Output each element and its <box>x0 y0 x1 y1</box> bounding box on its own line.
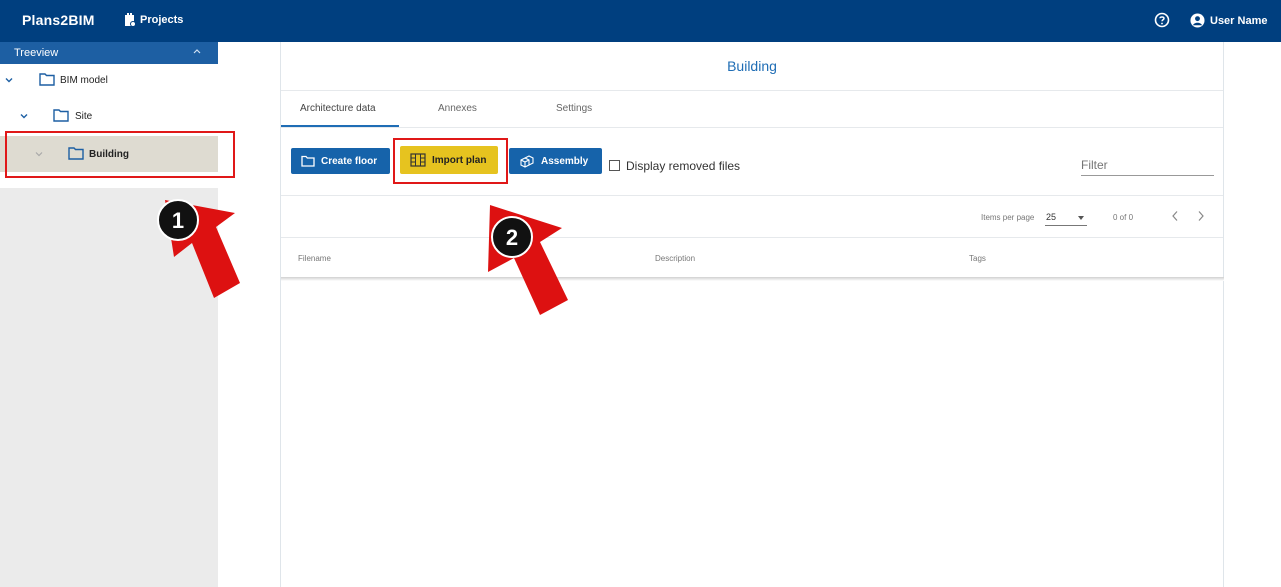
sidebar: Treeview BIM model Site Building <box>0 42 218 587</box>
table-shadow <box>281 277 1224 281</box>
user-name: User Name <box>1210 14 1268 27</box>
display-removed-files-label[interactable]: Display removed files <box>626 159 740 173</box>
column-header-filename[interactable]: Filename <box>298 254 331 263</box>
tree-item-site[interactable]: Site <box>0 100 218 132</box>
annotation-number-2: 2 <box>506 225 518 250</box>
treeview-header[interactable]: Treeview <box>0 42 218 64</box>
nav-projects-label: Projects <box>140 14 184 26</box>
folder-icon <box>53 109 69 122</box>
chevron-up-icon[interactable] <box>192 46 202 56</box>
tab-settings[interactable]: Settings <box>556 103 592 114</box>
dropdown-arrow-icon <box>1078 216 1084 220</box>
display-removed-files-checkbox[interactable] <box>609 160 620 171</box>
divider <box>281 237 1223 238</box>
projects-icon <box>125 13 136 27</box>
treeview-title: Treeview <box>14 47 59 59</box>
items-per-page-label: Items per page <box>981 213 1035 222</box>
tree-item-label: Site <box>75 111 93 122</box>
tree-item-label: BIM model <box>60 75 108 86</box>
user-menu[interactable]: User Name <box>1190 13 1267 28</box>
items-per-page-select[interactable]: 25 <box>1045 210 1087 226</box>
assembly-label: Assembly <box>541 155 589 167</box>
divider <box>281 127 1223 128</box>
nav-projects[interactable]: Projects <box>124 13 183 27</box>
chevron-down-icon[interactable] <box>19 111 29 121</box>
tab-architecture-data[interactable]: Architecture data <box>300 103 376 114</box>
main-panel: Building Architecture data Annexes Setti… <box>280 42 1224 587</box>
building-highlight <box>5 131 235 178</box>
tab-bar: Architecture data Annexes Settings <box>281 91 1223 127</box>
annotation-number-1: 1 <box>172 208 184 233</box>
cubes-icon <box>520 155 534 168</box>
tree-item-bim-model[interactable]: BIM model <box>0 64 218 96</box>
pagination-range: 0 of 0 <box>1113 213 1134 222</box>
filter-input[interactable] <box>1081 154 1214 176</box>
import-plan-highlight <box>393 138 508 184</box>
create-floor-button[interactable]: Create floor <box>291 148 390 174</box>
folder-icon <box>39 73 55 86</box>
user-avatar-icon <box>1190 13 1205 28</box>
divider <box>281 195 1223 196</box>
chevron-right-icon[interactable] <box>1196 210 1206 222</box>
app-brand[interactable]: Plans2BIM <box>22 12 95 28</box>
create-floor-label: Create floor <box>321 155 378 167</box>
top-bar: Plans2BIM Projects User Name <box>0 0 1281 42</box>
chevron-left-icon[interactable] <box>1170 210 1180 222</box>
annotation-arrow-1: 1 <box>157 199 240 298</box>
assembly-button[interactable]: Assembly <box>509 148 602 174</box>
column-header-description[interactable]: Description <box>655 254 695 263</box>
help-icon[interactable] <box>1154 12 1170 28</box>
page-title: Building <box>727 58 777 74</box>
chevron-down-icon[interactable] <box>4 75 14 85</box>
items-per-page-value: 25 <box>1046 212 1057 222</box>
annotation-arrow-2: 2 <box>488 205 568 315</box>
tab-annexes[interactable]: Annexes <box>438 103 477 114</box>
column-header-tags[interactable]: Tags <box>969 254 986 263</box>
folder-icon <box>301 155 315 167</box>
